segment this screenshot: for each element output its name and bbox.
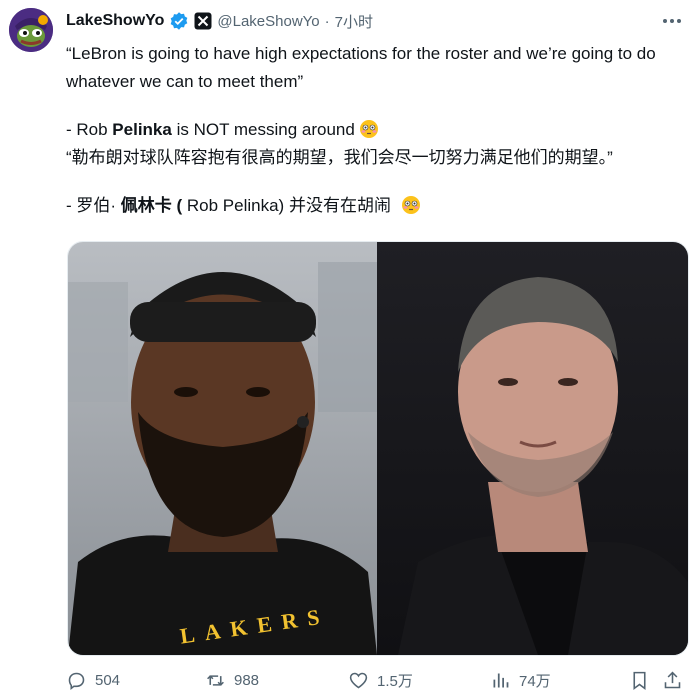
more-dots-icon (663, 19, 681, 23)
more-options-button[interactable] (659, 10, 685, 32)
like-button[interactable]: 1.5万 (348, 670, 413, 691)
quote-chinese: “勒布朗对球队阵容抱有很高的期望，我们会尽一切努力满足他们的期望。” (66, 148, 613, 167)
retweet-count: 988 (234, 672, 260, 689)
author-handle[interactable]: @LakeShowYo (217, 13, 319, 30)
flushed-face-emoji-icon (359, 120, 378, 138)
share-button[interactable] (662, 670, 683, 691)
reply-count: 504 (95, 672, 121, 689)
pelinka-chinese-bold: 佩林卡 ( (120, 196, 183, 215)
action-bar: 504 988 1.5万 74万 (66, 670, 686, 698)
header-separator: · (324, 12, 330, 30)
author-name[interactable]: LakeShowYo (66, 12, 164, 30)
like-count: 1.5万 (377, 673, 413, 690)
flushed-face-emoji-icon (401, 196, 420, 214)
views-chart-icon (493, 673, 509, 688)
tweet-header: LakeShowYo @LakeShowYo · 7小时 (66, 10, 373, 32)
share-upload-icon (664, 671, 681, 689)
reply-button[interactable]: 504 (66, 670, 120, 691)
frog-avatar-icon (9, 8, 53, 52)
x-affiliate-icon (194, 12, 212, 30)
avatar[interactable] (9, 8, 53, 52)
tweet-text: “LeBron is going to have high expectatio… (66, 40, 690, 220)
tweet-time[interactable]: 7小时 (335, 11, 373, 32)
right-photo-pelinka (377, 242, 688, 655)
media-image: LAKERS (68, 242, 688, 655)
pelinka-bold: Pelinka (112, 120, 172, 139)
reply-bubble-icon (68, 672, 85, 691)
retweet-icon (207, 675, 224, 686)
retweet-button[interactable]: 988 (205, 670, 259, 691)
heart-icon (349, 672, 368, 689)
views-button[interactable]: 74万 (490, 670, 551, 691)
english-attribution: - Rob Pelinka is NOT messing around (66, 116, 690, 144)
chinese-attribution: - 罗伯· 佩林卡 ( Rob Pelinka) 并没有在胡闹 (66, 192, 690, 220)
quote-english: “LeBron is going to have high expectatio… (66, 44, 656, 91)
left-photo-lebron: LAKERS (68, 242, 377, 655)
view-count: 74万 (519, 673, 551, 690)
bookmark-icon (633, 671, 646, 690)
bookmark-button[interactable] (629, 670, 650, 691)
tweet-media[interactable]: LAKERS (67, 241, 689, 656)
verified-check-icon (171, 12, 188, 30)
